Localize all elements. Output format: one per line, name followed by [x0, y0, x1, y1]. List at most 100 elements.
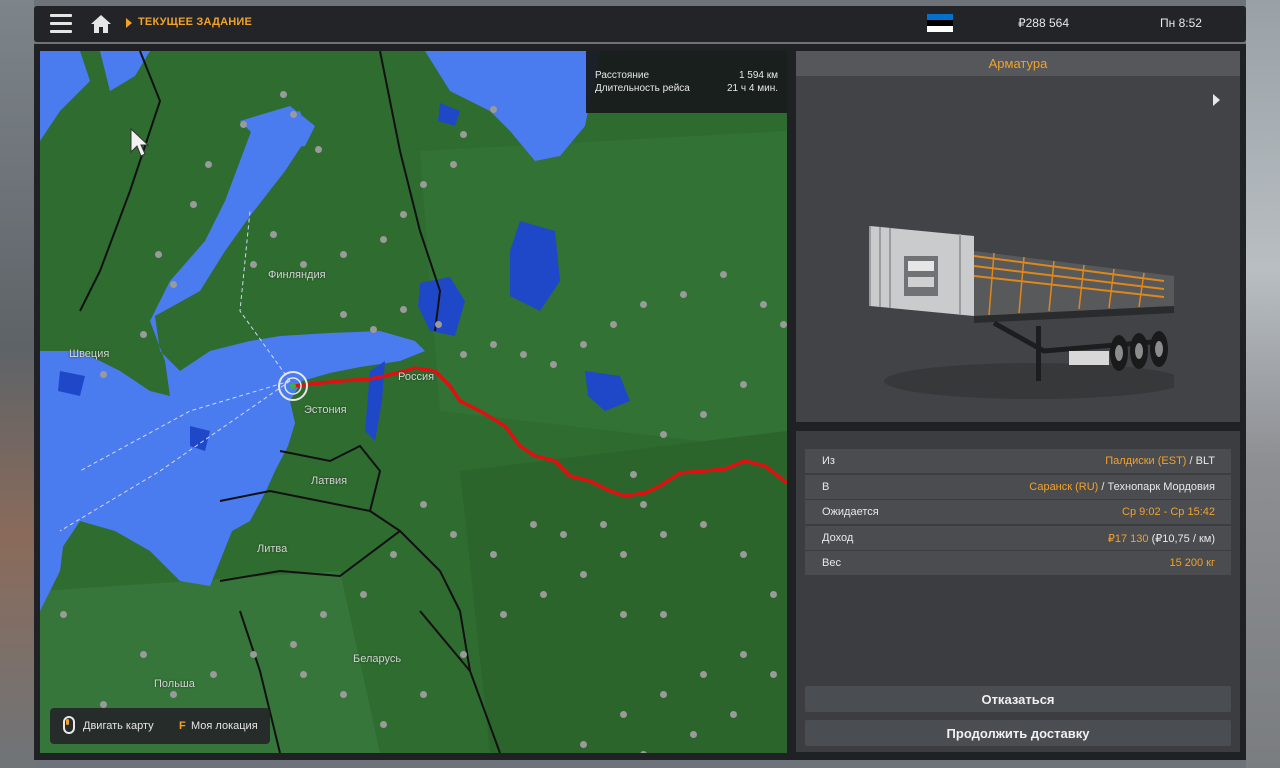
city-dot — [620, 611, 627, 618]
city-dot — [380, 721, 387, 728]
duration-label: Длительность рейса — [595, 83, 690, 94]
income-value: ₽17 130 (₽10,75 / км) — [1108, 532, 1215, 545]
city-dot — [290, 641, 297, 648]
city-dot — [720, 271, 727, 278]
city-dot — [435, 321, 442, 328]
city-dot — [420, 181, 427, 188]
detail-row-expected: Ожидается Ср 9:02 - Ср 15:42 — [805, 500, 1231, 524]
city-dot — [100, 371, 107, 378]
city-dot — [290, 111, 297, 118]
city-dot — [170, 691, 177, 698]
city-dot — [600, 521, 607, 528]
map-controls-legend: Двигать карту F Моя локация — [50, 708, 270, 744]
city-dot — [660, 691, 667, 698]
city-dot — [580, 741, 587, 748]
city-dot — [460, 131, 467, 138]
expected-value: Ср 9:02 - Ср 15:42 — [1122, 506, 1215, 518]
city-dot — [610, 321, 617, 328]
city-dot — [400, 306, 407, 313]
city-dot — [700, 521, 707, 528]
map-label-latvia: Латвия — [311, 475, 348, 487]
from-value: Палдиски (EST) / BLT — [1105, 455, 1215, 467]
city-dot — [340, 251, 347, 258]
city-dot — [250, 651, 257, 658]
city-dot — [140, 651, 147, 658]
route-map[interactable]: Финляндия Швеция Эстония Россия Латвия Л… — [40, 51, 787, 753]
city-dot — [620, 551, 627, 558]
city-dot — [490, 551, 497, 558]
cancel-job-button[interactable]: Отказаться — [805, 686, 1231, 712]
cargo-name: Арматура — [796, 51, 1240, 76]
detail-row-from: Из Палдиски (EST) / BLT — [805, 449, 1231, 473]
menu-icon[interactable] — [50, 14, 72, 34]
city-dot — [100, 701, 107, 708]
city-dot — [520, 351, 527, 358]
from-company: / BLT — [1186, 455, 1215, 467]
city-dot — [380, 236, 387, 243]
city-dot — [770, 591, 777, 598]
city-dot — [740, 651, 747, 658]
continue-delivery-button[interactable]: Продолжить доставку — [805, 720, 1231, 746]
route-info-box: Расстояние 1 594 км Длительность рейса 2… — [586, 51, 787, 113]
city-dot — [60, 611, 67, 618]
city-dot — [370, 326, 377, 333]
city-dot — [500, 611, 507, 618]
city-dot — [560, 531, 567, 538]
detail-row-to: В Саранск (RU) / Технопарк Мордовия — [805, 475, 1231, 499]
city-dot — [660, 611, 667, 618]
to-city: Саранск (RU) — [1029, 481, 1099, 493]
top-bar: ТЕКУЩЕЕ ЗАДАНИЕ ₽288 564 Пн 8:52 — [34, 6, 1246, 42]
map-label-belarus: Беларусь — [353, 653, 402, 665]
city-dot — [530, 521, 537, 528]
detail-row-income: Доход ₽17 130 (₽10,75 / км) — [805, 526, 1231, 550]
to-label: В — [822, 481, 830, 493]
duration-value: 21 ч 4 мин. — [727, 83, 778, 94]
city-dot — [140, 331, 147, 338]
background-left — [0, 0, 34, 768]
city-dot — [660, 531, 667, 538]
income-label: Доход — [822, 532, 854, 544]
city-dot — [450, 161, 457, 168]
city-dot — [540, 591, 547, 598]
city-dot — [770, 671, 777, 678]
city-dot — [340, 691, 347, 698]
weight-value: 15 200 кг — [1169, 557, 1215, 569]
cursor-icon — [130, 128, 150, 157]
city-dot — [300, 671, 307, 678]
to-company: / Технопарк Мордовия — [1098, 481, 1215, 493]
city-dot — [700, 671, 707, 678]
expected-label: Ожидается — [822, 506, 879, 518]
city-dot — [660, 431, 667, 438]
city-dot — [640, 501, 647, 508]
to-value: Саранск (RU) / Технопарк Мордовия — [1029, 481, 1215, 493]
city-dot — [740, 551, 747, 558]
city-dot — [640, 301, 647, 308]
map-label-sweden: Швеция — [69, 348, 110, 360]
city-dot — [680, 291, 687, 298]
move-map-hint[interactable]: Двигать карту — [83, 720, 154, 732]
map-canvas — [40, 51, 787, 753]
next-arrow-icon[interactable] — [1213, 94, 1220, 106]
map-label-estonia: Эстония — [304, 404, 347, 416]
cargo-panel: Арматура — [796, 51, 1240, 422]
city-dot — [315, 146, 322, 153]
trailer-image — [869, 226, 1174, 399]
city-dot — [300, 261, 307, 268]
my-location-hint[interactable]: Моя локация — [191, 720, 258, 732]
city-dot — [630, 471, 637, 478]
home-icon[interactable] — [90, 14, 112, 34]
game-clock: Пн 8:52 — [1160, 16, 1202, 30]
city-dot — [700, 411, 707, 418]
breadcrumb: ТЕКУЩЕЕ ЗАДАНИЕ — [138, 16, 253, 28]
distance-label: Расстояние — [595, 70, 650, 81]
money-balance: ₽288 564 — [1018, 16, 1070, 30]
city-dot — [490, 341, 497, 348]
estonia-flag-icon — [927, 14, 953, 32]
city-dot — [190, 201, 197, 208]
mouse-icon — [63, 716, 75, 734]
map-label-poland: Польша — [154, 678, 195, 690]
city-dot — [205, 161, 212, 168]
city-dot — [740, 381, 747, 388]
distance-value: 1 594 км — [738, 70, 778, 81]
map-label-finland: Финляндия — [268, 269, 326, 281]
